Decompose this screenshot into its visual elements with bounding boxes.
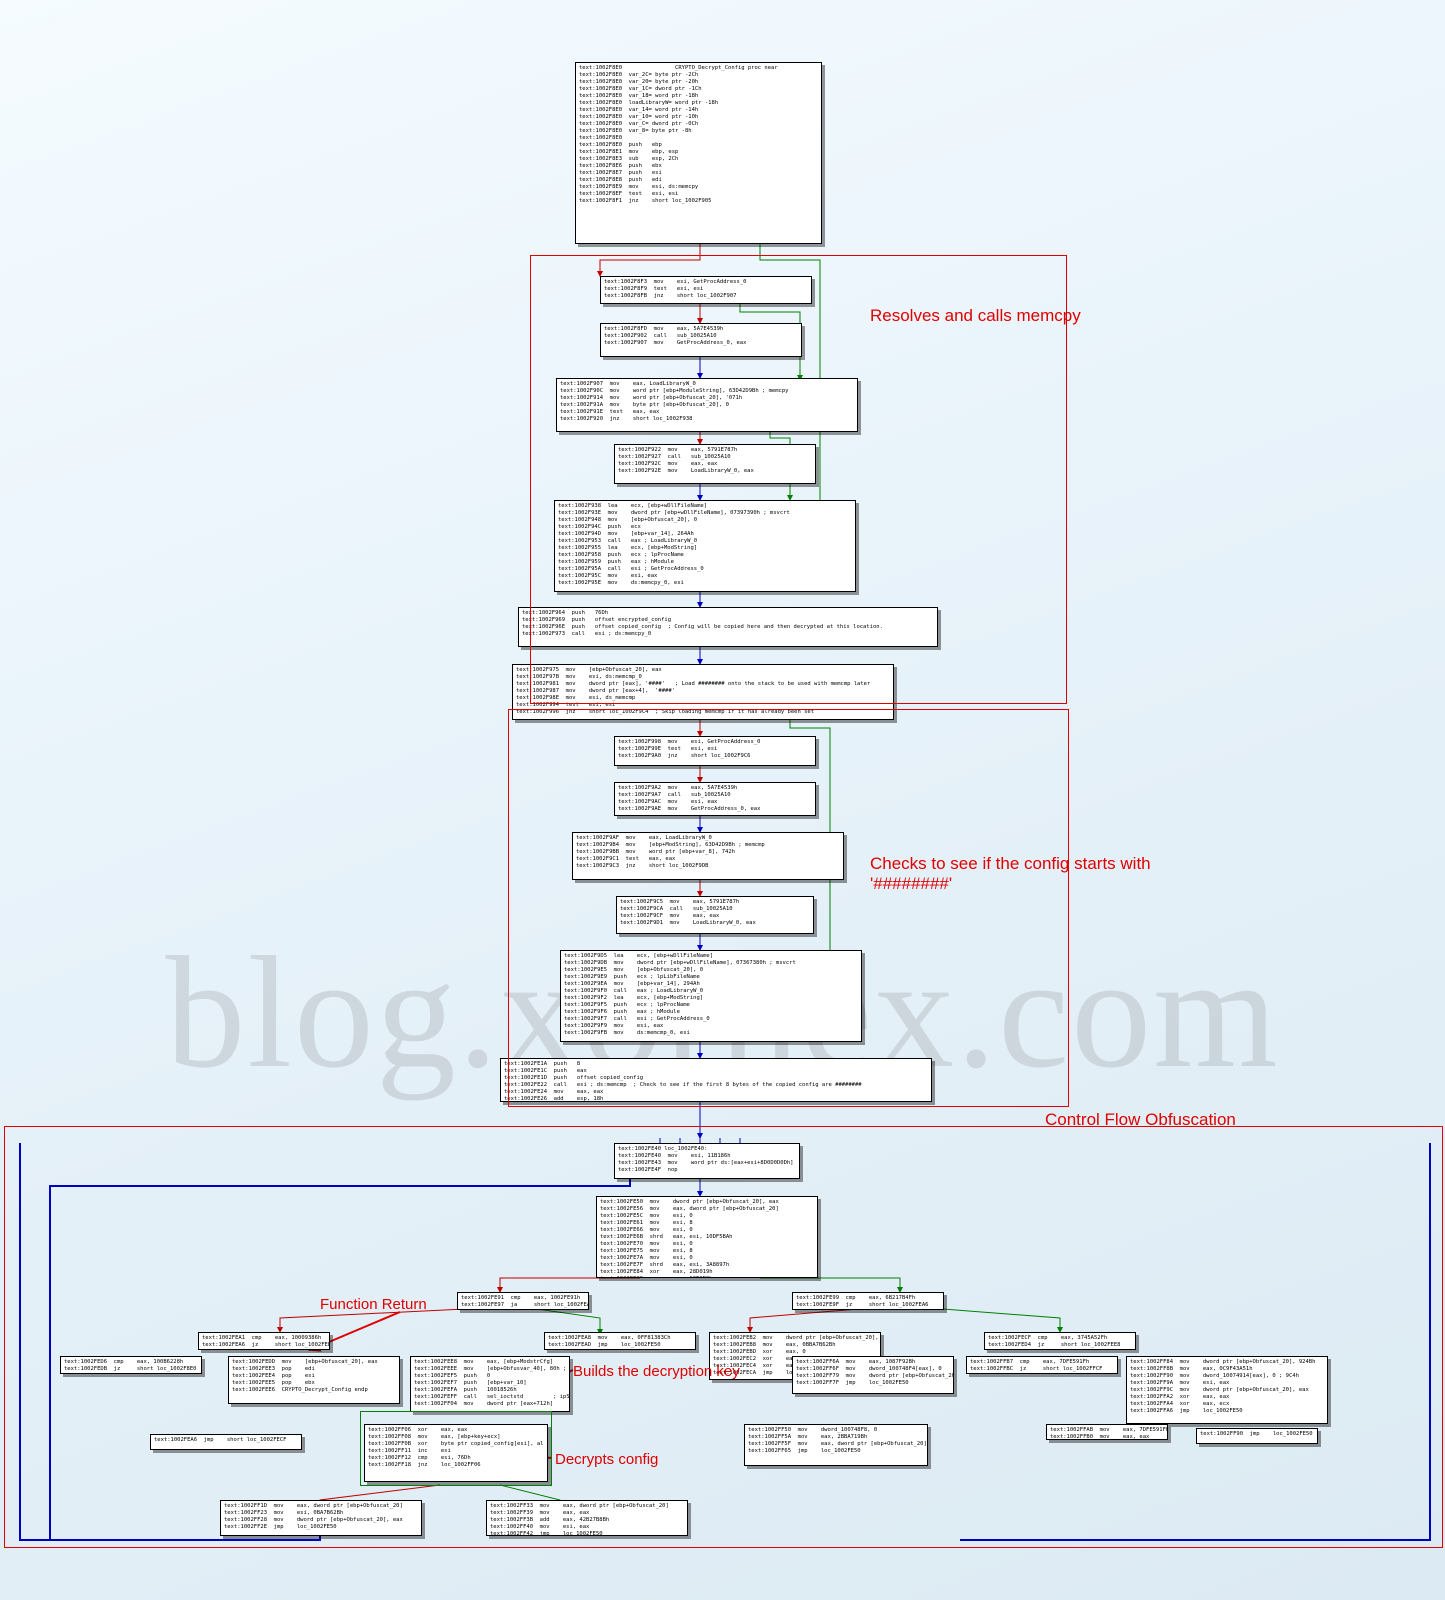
node-n1[interactable]: text:1002F8E0 CRYPTO_Decrypt_Config proc…	[575, 62, 822, 244]
node-n33[interactable]: text:1002FFB7 cmp eax, 7DFE591Fh text:10…	[966, 1356, 1118, 1374]
node-n2[interactable]: text:1002F8F3 mov esi, GetProcAddress_0 …	[600, 276, 812, 304]
node-n3[interactable]: text:1002F8FD mov eax, 5A7E4539h text:10…	[600, 323, 802, 357]
node-n28[interactable]: text:1002FF33 mov eax, dword ptr [ebp+Ob…	[486, 1500, 688, 1536]
node-n4[interactable]: text:1002F907 mov eax, LoadLibraryW_0 te…	[556, 378, 858, 432]
node-n9[interactable]: text:1002F998 mov esi, GetProcAddress_0 …	[614, 736, 816, 766]
label-cfo: Control Flow Obfuscation	[1045, 1110, 1236, 1130]
node-n12[interactable]: text:1002F9C5 mov eax, 5791E787h text:10…	[616, 896, 814, 934]
node-n13[interactable]: text:1002F9D5 lea ecx, [ebp+wDllFileName…	[560, 950, 862, 1042]
node-n32[interactable]: text:1002FFAB mov eax, 7DFE591Fh text:10…	[1046, 1424, 1168, 1440]
label-check: Checks to see if the config starts with	[870, 854, 1151, 874]
node-n35[interactable]: text:1002FEA6 jmp short loc_1002FECF	[150, 1434, 302, 1450]
node-n17[interactable]: text:1002FE91 cmp eax, 1002FE91h text:10…	[457, 1292, 589, 1310]
label-hashes: '########'	[870, 874, 952, 894]
node-n31[interactable]: text:1002FF84 mov dword ptr [ebp+Obfusca…	[1126, 1356, 1328, 1424]
node-n19[interactable]: text:1002FEA1 cmp eax, 10009386h text:10…	[198, 1332, 330, 1350]
node-n5[interactable]: text:1002F922 mov eax, 5791E787h text:10…	[614, 444, 816, 484]
node-n15[interactable]: text:1002FE40 loc_1002FE40: text:1002FE4…	[614, 1143, 800, 1179]
node-n34[interactable]: text:1002FF90 jmp loc_1002FE50	[1196, 1428, 1318, 1444]
node-n16[interactable]: text:1002FE50 mov dword ptr [ebp+Obfusca…	[596, 1196, 818, 1278]
node-n8[interactable]: text:1002F975 mov [ebp+Obfuscat_20], eax…	[512, 664, 894, 720]
node-n27[interactable]: text:1002FF1D mov eax, dword ptr [ebp+Ob…	[220, 1500, 422, 1536]
node-n7[interactable]: text:1002F964 push 76Dh text:1002F969 pu…	[518, 607, 938, 647]
node-n26[interactable]: text:1002FF06 xor eax, eax text:1002FF08…	[364, 1424, 548, 1482]
node-n20[interactable]: text:1002FEA8 mov eax, 0FF81383Ch text:1…	[544, 1332, 696, 1350]
label-return: Function Return	[320, 1296, 427, 1313]
node-n29[interactable]: text:1002FF50 mov dword_100748F8, 0 text…	[744, 1424, 928, 1466]
node-n30[interactable]: text:1002FF6A mov eax, 1087F92Bh text:10…	[792, 1356, 954, 1394]
node-n11[interactable]: text:1002F9AF mov eax, LoadLibraryW_0 te…	[572, 832, 844, 880]
node-n24[interactable]: text:1002FEDD mov [ebp+Obfuscat_20], eax…	[228, 1356, 400, 1404]
node-n14[interactable]: text:1002FE1A push 8 text:1002FE1C push …	[500, 1058, 932, 1102]
label-decrypt: Decrypts config	[555, 1451, 658, 1468]
node-n22[interactable]: text:1002FECF cmp eax, 3745A52Fh text:10…	[984, 1332, 1136, 1350]
label-memcpy: Resolves and calls memcpy	[870, 306, 1081, 326]
node-n25[interactable]: text:1002FEE8 mov eax, [ebp+ModstrCfg] t…	[410, 1356, 570, 1412]
label-key: Builds the decryption key	[573, 1363, 740, 1380]
node-n10[interactable]: text:1002F9A2 mov eax, 5A7E4539h text:10…	[614, 782, 816, 816]
node-n18[interactable]: text:1002FE99 cmp eax, 6B217B4Fh text:10…	[792, 1292, 944, 1310]
node-n23[interactable]: text:1002FED6 cmp eax, 100B6228h text:10…	[60, 1356, 202, 1374]
node-n6[interactable]: text:1002F938 lea ecx, [ebp+wDllFileName…	[554, 500, 856, 592]
